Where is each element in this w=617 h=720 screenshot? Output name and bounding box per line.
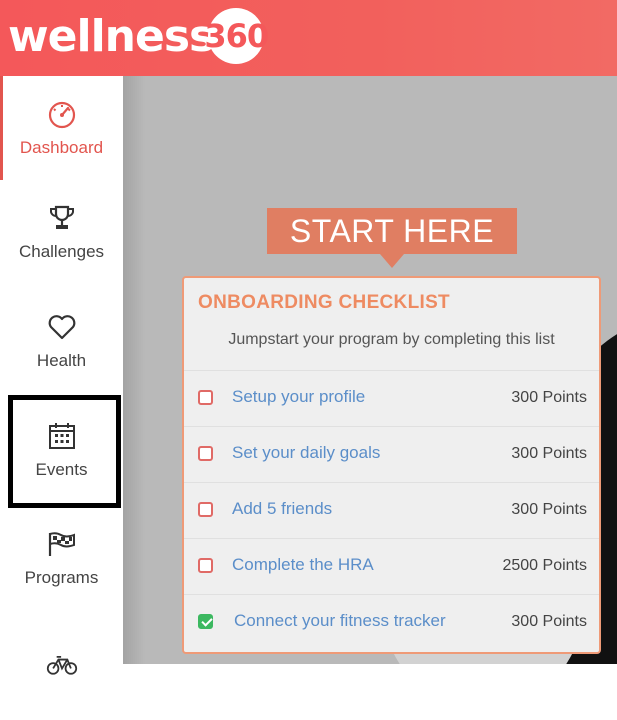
background-shade	[123, 76, 145, 664]
sidebar-item-programs[interactable]: Programs	[0, 506, 123, 610]
active-indicator	[0, 76, 3, 180]
checklist-item-points: 300 Points	[511, 613, 587, 630]
sidebar-item-label: Challenges	[18, 242, 105, 261]
flags-icon	[46, 528, 78, 560]
heart-icon	[46, 311, 78, 343]
sidebar-item-label: Health	[36, 351, 87, 370]
logo-text: wellness	[8, 10, 215, 62]
sidebar-item-health[interactable]: Health	[0, 289, 123, 393]
checklist-item-link[interactable]: Add 5 friends	[232, 499, 332, 519]
checklist-item-link[interactable]: Setup your profile	[232, 387, 365, 407]
checklist-item-points: 300 Points	[511, 501, 587, 518]
logo-badge: 360	[204, 8, 269, 64]
sidebar-item-challenges[interactable]: Challenges	[0, 180, 123, 284]
checklist-item-setup-profile[interactable]: Setup your profile 300 Points	[184, 370, 599, 426]
checklist-item-points: 300 Points	[511, 389, 587, 406]
sidebar-item-label: Dashboard	[19, 138, 104, 157]
bicycle-icon	[46, 648, 78, 680]
checklist-title: ONBOARDING CHECKLIST	[198, 292, 450, 313]
checklist-item-complete-hra[interactable]: Complete the HRA 2500 Points	[184, 538, 599, 594]
checklist-item-add-friends[interactable]: Add 5 friends 300 Points	[184, 482, 599, 538]
events-highlight-box	[8, 395, 121, 508]
checklist-item-points: 2500 Points	[502, 557, 587, 574]
checkbox[interactable]	[198, 558, 213, 573]
sidebar-item-activity[interactable]	[0, 616, 123, 720]
logo-number: 360	[204, 17, 269, 55]
checklist-item-link[interactable]: Set your daily goals	[232, 443, 380, 463]
onboarding-checklist-card: ONBOARDING CHECKLIST Jumpstart your prog…	[182, 276, 601, 654]
sidebar: Dashboard Challenges Health Events Progr…	[0, 76, 123, 675]
start-here-arrow	[380, 254, 404, 268]
checklist-item-points: 300 Points	[511, 445, 587, 462]
checklist-item-fitness-tracker[interactable]: Connect your fitness tracker 300 Points	[184, 594, 599, 650]
sidebar-item-dashboard[interactable]: Dashboard	[0, 76, 123, 180]
checklist-item-link[interactable]: Connect your fitness tracker	[234, 611, 446, 631]
speedometer-icon	[46, 98, 78, 130]
start-here-banner: START HERE	[267, 208, 517, 254]
checklist-subtitle: Jumpstart your program by completing thi…	[228, 331, 555, 348]
checklist-item-link[interactable]: Complete the HRA	[232, 555, 374, 575]
checkbox[interactable]	[198, 502, 213, 517]
checklist-item-daily-goals[interactable]: Set your daily goals 300 Points	[184, 426, 599, 482]
trophy-icon	[46, 202, 78, 234]
app-header: wellness 360	[0, 0, 617, 76]
checkbox[interactable]	[198, 446, 213, 461]
wellness360-logo[interactable]: wellness 360	[8, 6, 269, 66]
checkbox-checked[interactable]	[198, 614, 213, 629]
checkbox[interactable]	[198, 390, 213, 405]
sidebar-item-label: Programs	[24, 568, 99, 587]
